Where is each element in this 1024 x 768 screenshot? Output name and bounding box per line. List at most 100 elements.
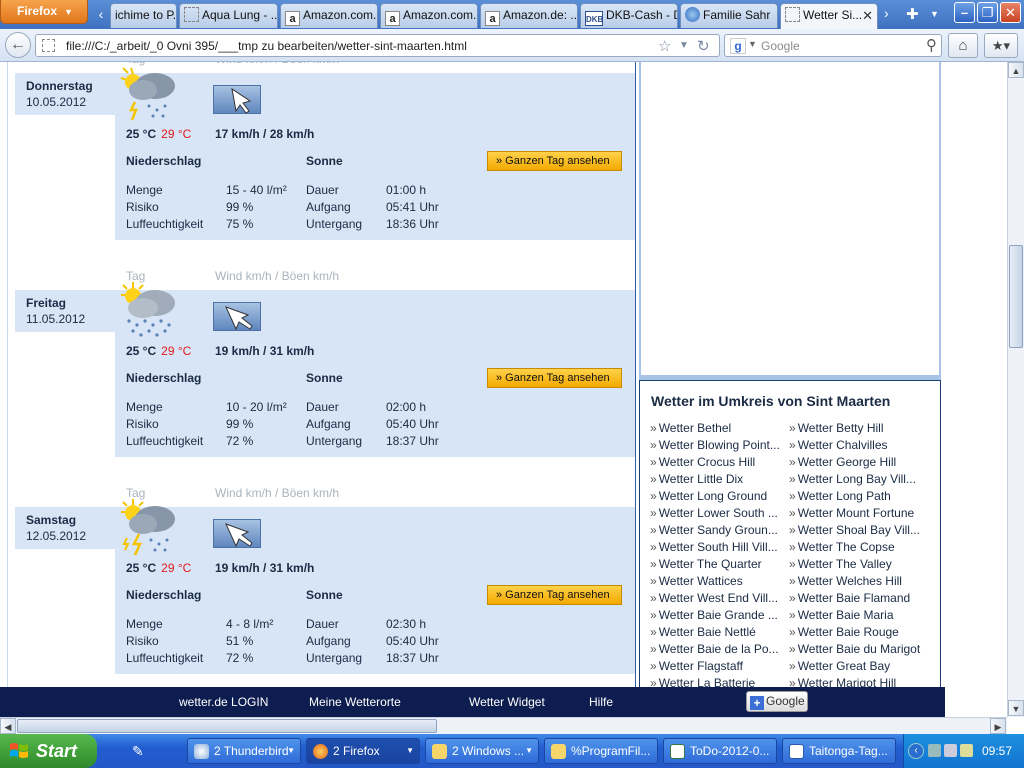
nearby-link-label[interactable]: Wetter Long Bay Vill...: [798, 472, 916, 486]
taskbar-item-thunderbird[interactable]: 2 Thunderbird ▼: [187, 738, 301, 764]
nearby-link[interactable]: » Wetter Marigot Hill: [789, 676, 929, 687]
help-link[interactable]: Hilfe: [589, 695, 613, 709]
nearby-link[interactable]: » Wetter Great Bay: [789, 659, 929, 676]
nearby-link[interactable]: » Wetter Crocus Hill: [650, 455, 790, 472]
nearby-link-label[interactable]: Wetter Betty Hill: [798, 421, 884, 435]
url-bar[interactable]: file:///C:/_arbeit/_0 Ovni 395/___tmp zu…: [35, 34, 720, 57]
tab-2[interactable]: Aqua Lung - ...: [179, 3, 278, 28]
nearby-link-label[interactable]: Wetter Wattices: [659, 574, 743, 588]
nearby-link-label[interactable]: Wetter Baie Flamand: [798, 591, 911, 605]
nearby-link[interactable]: » Wetter Mount Fortune: [789, 506, 929, 523]
horizontal-scrollbar[interactable]: ◀ ▶: [0, 717, 1007, 734]
network-icon[interactable]: [928, 744, 941, 757]
search-icon[interactable]: ⚲: [926, 36, 937, 54]
nearby-link-label[interactable]: Wetter Great Bay: [798, 659, 890, 673]
nearby-link[interactable]: » Wetter Baie du Marigot: [789, 642, 929, 659]
search-bar[interactable]: g ▼ Google ⚲: [724, 34, 942, 57]
nearby-link[interactable]: » Wetter South Hill Vill...: [650, 540, 790, 557]
close-tab-icon[interactable]: ✕: [862, 4, 873, 27]
tray-expand-icon[interactable]: ‹: [908, 743, 924, 759]
nearby-link-label[interactable]: Wetter Baie de la Po...: [659, 642, 779, 656]
taskbar-item-taitonga[interactable]: Taitonga-Tag...: [782, 738, 896, 764]
nearby-link-label[interactable]: Wetter Baie Maria: [798, 608, 894, 622]
url-history-dropdown-icon[interactable]: ▼: [679, 40, 689, 51]
nearby-link-label[interactable]: Wetter Baie Rouge: [798, 625, 899, 639]
nearby-link[interactable]: » Wetter Blowing Point...: [650, 438, 790, 455]
nearby-link-label[interactable]: Wetter Long Path: [798, 489, 891, 503]
nearby-link[interactable]: » Wetter West End Vill...: [650, 591, 790, 608]
view-full-day-button[interactable]: » Ganzen Tag ansehen: [487, 368, 622, 388]
maximize-button[interactable]: ❐: [977, 2, 998, 23]
nearby-link[interactable]: » Wetter The Quarter: [650, 557, 790, 574]
nearby-link[interactable]: » Wetter La Batterie: [650, 676, 790, 687]
tab-3[interactable]: a Amazon.com...: [280, 3, 378, 28]
nearby-link-label[interactable]: Wetter George Hill: [798, 455, 896, 469]
nearby-link-label[interactable]: Wetter La Batterie: [659, 676, 756, 687]
tab-1[interactable]: ichime to P...: [110, 3, 177, 28]
nearby-link-label[interactable]: Wetter Lower South ...: [659, 506, 778, 520]
horizontal-scroll-thumb[interactable]: [17, 719, 437, 733]
nearby-link-label[interactable]: Wetter Baie Nettlé: [659, 625, 756, 639]
url-text[interactable]: file:///C:/_arbeit/_0 Ovni 395/___tmp zu…: [66, 39, 467, 53]
google-plus-button[interactable]: + Google: [746, 691, 808, 712]
nearby-link[interactable]: » Wetter Long Bay Vill...: [789, 472, 929, 489]
scroll-up-arrow-icon[interactable]: ▲: [1008, 62, 1024, 78]
nearby-link[interactable]: » Wetter Baie Nettlé: [650, 625, 790, 642]
nearby-link[interactable]: » Wetter Lower South ...: [650, 506, 790, 523]
taskbar-item-firefox[interactable]: 2 Firefox ▼: [306, 738, 420, 764]
nearby-link-label[interactable]: Wetter Blowing Point...: [659, 438, 780, 452]
nearby-link[interactable]: » Wetter Sandy Groun...: [650, 523, 790, 540]
nearby-link-label[interactable]: Wetter Welches Hill: [798, 574, 902, 588]
nearby-link-label[interactable]: Wetter The Valley: [798, 557, 892, 571]
tab-active[interactable]: Wetter Si... ✕: [780, 3, 878, 29]
nearby-link[interactable]: » Wetter Shoal Bay Vill...: [789, 523, 929, 540]
nearby-link-label[interactable]: Wetter Long Ground: [659, 489, 768, 503]
tab-scroll-left-button[interactable]: ‹: [93, 3, 109, 27]
vertical-scrollbar[interactable]: ▲ ▼: [1007, 62, 1024, 717]
nearby-link[interactable]: » Wetter Baie de la Po...: [650, 642, 790, 659]
nearby-link[interactable]: » Wetter The Copse: [789, 540, 929, 557]
scroll-down-arrow-icon[interactable]: ▼: [1008, 700, 1024, 716]
nearby-link-label[interactable]: Wetter Shoal Bay Vill...: [798, 523, 920, 537]
google-engine-icon[interactable]: g: [730, 38, 746, 54]
taskbar-item-windows[interactable]: 2 Windows ... ▼: [425, 738, 539, 764]
nearby-link-label[interactable]: Wetter Sandy Groun...: [659, 523, 778, 537]
tab-7[interactable]: Familie Sahr: [680, 3, 778, 28]
nearby-link-label[interactable]: Wetter Baie Grande ...: [659, 608, 778, 622]
nearby-link[interactable]: » Wetter George Hill: [789, 455, 929, 472]
my-places-link[interactable]: Meine Wetterorte: [309, 695, 401, 709]
engine-dropdown-icon[interactable]: ▼: [748, 39, 757, 49]
nearby-link-label[interactable]: Wetter Chalvilles: [798, 438, 888, 452]
bookmarks-menu-button[interactable]: ★▾: [984, 33, 1018, 58]
start-button[interactable]: Start: [0, 734, 97, 768]
nearby-link[interactable]: » Wetter Betty Hill: [789, 421, 929, 438]
scroll-left-arrow-icon[interactable]: ◀: [0, 718, 16, 734]
nearby-link-label[interactable]: Wetter The Copse: [798, 540, 895, 554]
volume-icon[interactable]: [960, 744, 973, 757]
nearby-link[interactable]: » Wetter Flagstaff: [650, 659, 790, 676]
back-button[interactable]: ←: [5, 32, 31, 58]
bookmark-star-icon[interactable]: ☆: [658, 37, 671, 55]
nearby-link-label[interactable]: Wetter West End Vill...: [659, 591, 778, 605]
tab-4[interactable]: a Amazon.com...: [380, 3, 478, 28]
scroll-right-arrow-icon[interactable]: ▶: [990, 718, 1006, 734]
nearby-link-label[interactable]: Wetter Crocus Hill: [659, 455, 755, 469]
minimize-button[interactable]: –: [954, 2, 975, 23]
nearby-link[interactable]: » Wetter Long Path: [789, 489, 929, 506]
nearby-link-label[interactable]: Wetter Flagstaff: [659, 659, 743, 673]
view-full-day-button[interactable]: » Ganzen Tag ansehen: [487, 585, 622, 605]
nearby-link[interactable]: » Wetter Wattices: [650, 574, 790, 591]
search-placeholder[interactable]: Google: [761, 39, 800, 53]
nearby-link[interactable]: » Wetter Baie Rouge: [789, 625, 929, 642]
vertical-scroll-thumb[interactable]: [1009, 245, 1023, 348]
close-window-button[interactable]: ✕: [1000, 2, 1021, 23]
widget-link[interactable]: Wetter Widget: [469, 695, 545, 709]
nearby-link[interactable]: » Wetter Little Dix: [650, 472, 790, 489]
reload-icon[interactable]: ↻: [697, 37, 710, 55]
tab-scroll-right-button[interactable]: ›: [884, 5, 889, 21]
nearby-link-label[interactable]: Wetter South Hill Vill...: [659, 540, 778, 554]
nearby-link-label[interactable]: Wetter Mount Fortune: [798, 506, 915, 520]
nearby-link[interactable]: » Wetter Welches Hill: [789, 574, 929, 591]
tab-5[interactable]: a Amazon.de: ...: [480, 3, 578, 28]
list-all-tabs-icon[interactable]: ▼: [930, 9, 939, 19]
